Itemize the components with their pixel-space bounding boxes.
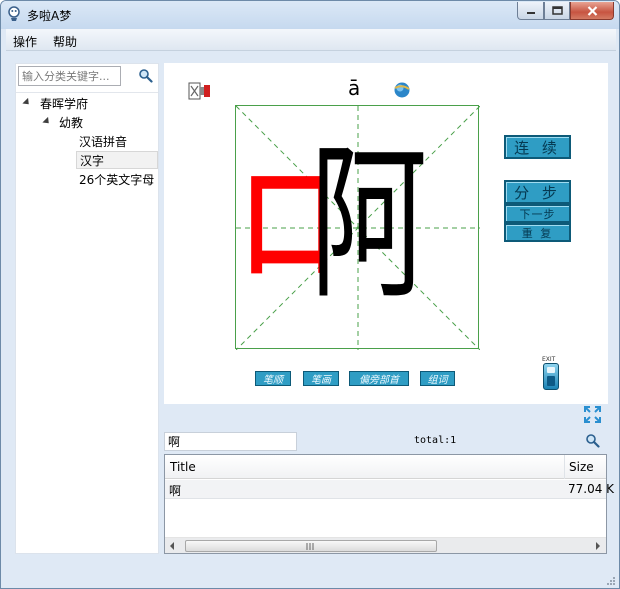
cell-size: 77.04 K	[568, 482, 615, 496]
grip-icon	[306, 543, 314, 550]
app-window: 多啦A梦 操作 帮助 春晖学府 幼教	[0, 0, 620, 589]
search-icon[interactable]	[585, 433, 600, 448]
close-button[interactable]	[570, 2, 614, 20]
sound-toggle-icon[interactable]	[188, 80, 212, 102]
character-viewer: ā 口 阿 啊 连 续 分 步 下一步 重 复 笔顺 笔画 偏旁部首 组词	[164, 63, 608, 404]
fullscreen-icon[interactable]	[584, 406, 601, 423]
word-group-button[interactable]: 组词	[420, 371, 455, 386]
scroll-right-icon[interactable]	[596, 542, 600, 550]
total-count: total:1	[414, 435, 457, 446]
menu-help[interactable]: 帮助	[53, 33, 77, 50]
continuous-button[interactable]: 连 续	[504, 135, 571, 159]
scroll-thumb[interactable]	[185, 540, 437, 552]
tree-label: 汉语拼音	[79, 134, 128, 149]
horizontal-scrollbar[interactable]	[165, 537, 606, 553]
tree-label: 汉字	[80, 153, 105, 168]
tree-label: 幼教	[59, 115, 84, 130]
category-search-input[interactable]	[18, 66, 121, 86]
tree-node-pinyin[interactable]: 汉语拼音	[76, 132, 158, 150]
column-size[interactable]: Size	[569, 460, 594, 474]
strokes-button[interactable]: 笔画	[303, 371, 339, 386]
minimize-button[interactable]	[517, 2, 544, 20]
cell-title: 啊	[169, 484, 182, 498]
character-grid: 口 阿 啊	[235, 104, 480, 350]
maximize-icon	[551, 6, 563, 15]
tree-node-preschool[interactable]: 幼教	[16, 113, 156, 131]
repeat-button[interactable]: 重 复	[504, 223, 571, 242]
globe-icon[interactable]	[392, 81, 412, 99]
radical-button[interactable]: 偏旁部首	[349, 371, 409, 386]
menu-operations[interactable]: 操作	[13, 33, 37, 50]
results-table: Title Size 啊 77.04 K	[164, 454, 614, 554]
expand-arrow-icon[interactable]	[22, 97, 32, 108]
resize-grip-icon[interactable]	[604, 576, 616, 588]
column-title[interactable]: Title	[170, 460, 196, 474]
search-icon[interactable]	[138, 68, 153, 83]
stroke-order-button[interactable]: 笔顺	[255, 371, 291, 386]
table-header: Title Size	[165, 455, 606, 479]
exit-icon[interactable]	[543, 363, 559, 390]
tree-label: 春晖学府	[40, 96, 89, 111]
minimize-icon	[526, 11, 535, 14]
result-search-input[interactable]	[164, 432, 297, 451]
character-glyph: 口 阿	[240, 104, 480, 344]
pinyin-label: ā	[348, 76, 361, 100]
category-tree: 春晖学府 幼教 汉语拼音 汉字 26个英文字母	[16, 92, 158, 552]
tree-node-english-letters[interactable]: 26个英文字母	[76, 170, 158, 188]
tree-node-hanzi[interactable]: 汉字	[76, 151, 158, 169]
window-title: 多啦A梦	[27, 9, 72, 23]
category-panel: 春晖学府 幼教 汉语拼音 汉字 26个英文字母	[15, 63, 159, 554]
next-step-button[interactable]: 下一步	[504, 204, 571, 223]
app-icon	[8, 6, 20, 21]
column-divider[interactable]	[564, 455, 565, 479]
expand-arrow-icon[interactable]	[42, 116, 52, 127]
title-bar: 多啦A梦	[1, 1, 619, 29]
table-row[interactable]: 啊 77.04 K	[165, 480, 614, 499]
tree-label: 26个英文字母	[79, 172, 155, 187]
exit-label: EXIT	[542, 356, 556, 363]
maximize-button[interactable]	[544, 2, 570, 20]
menu-bar: 操作 帮助	[6, 29, 616, 51]
remaining-part: 阿	[310, 126, 428, 322]
tree-node-chunhui[interactable]: 春晖学府	[16, 94, 156, 112]
close-icon	[587, 5, 597, 16]
step-button[interactable]: 分 步	[504, 180, 571, 204]
scroll-left-icon[interactable]	[170, 542, 174, 550]
